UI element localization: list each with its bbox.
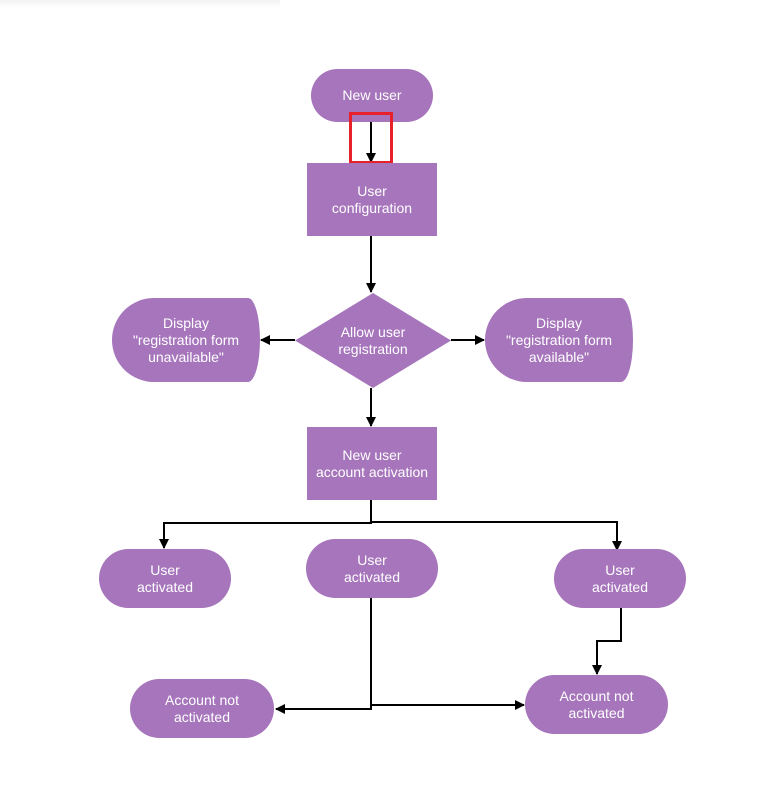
node-label: User activated	[591, 561, 649, 595]
display-available[interactable]: Display "registration form available"	[485, 298, 633, 382]
arrow-right-down	[592, 608, 622, 675]
account-not-activated-right[interactable]: Account not activated	[525, 675, 668, 734]
user-activated-right[interactable]: User activated	[554, 549, 686, 608]
process-user-configuration[interactable]: User configuration	[307, 163, 437, 236]
arrow-middle-left	[275, 598, 372, 714]
user-activated-left[interactable]: User activated	[99, 549, 231, 608]
node-label: Display "registration form available"	[505, 314, 613, 365]
node-label: User configuration	[331, 182, 413, 216]
node-label: Display "registration form unavailable"	[132, 314, 240, 365]
display-unavailable[interactable]: Display "registration form unavailable"	[112, 298, 260, 382]
highlight-box	[349, 112, 393, 164]
node-label: New user	[342, 87, 402, 103]
user-activated-middle[interactable]: User activated	[306, 539, 438, 598]
node-label: Account not activated	[559, 687, 634, 721]
decision-label: Allow user registration	[338, 323, 408, 357]
process-account-activation[interactable]: New user account activation	[307, 427, 437, 500]
node-label: User activated	[343, 551, 401, 585]
node-label: Account not activated	[165, 691, 239, 725]
account-not-activated-left[interactable]: Account not activated	[130, 679, 274, 738]
node-label: New user account activation	[315, 446, 429, 480]
node-label: User activated	[136, 561, 194, 595]
